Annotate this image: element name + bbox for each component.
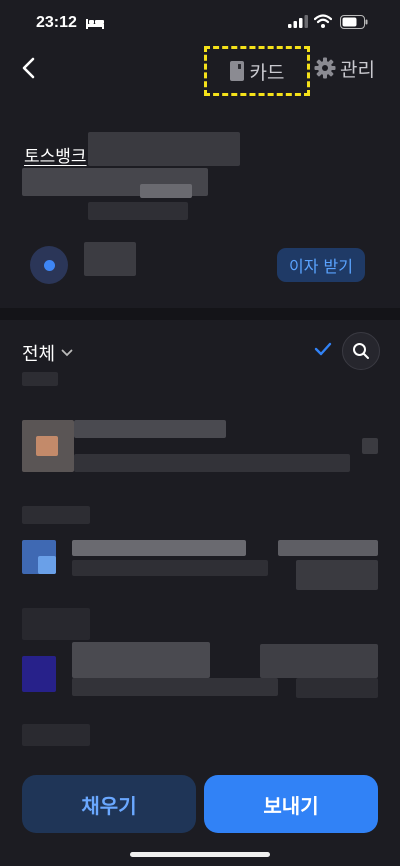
date-header — [22, 608, 90, 640]
sleep-mode-icon — [86, 19, 104, 29]
battery-icon — [340, 15, 368, 29]
search-icon — [353, 343, 369, 359]
blurred-text — [296, 678, 378, 698]
blurred-text — [72, 642, 210, 678]
chevron-down-icon — [61, 349, 73, 357]
send-button[interactable]: 보내기 — [204, 775, 378, 833]
fill-button[interactable]: 채우기 — [22, 775, 196, 833]
wifi-icon — [314, 14, 332, 28]
blurred-text — [260, 644, 378, 678]
search-button[interactable] — [342, 332, 380, 370]
blurred-balance — [84, 242, 136, 276]
blurred-block — [88, 202, 188, 220]
blurred-text — [74, 420, 226, 438]
back-button[interactable] — [14, 54, 42, 82]
blurred-text — [296, 560, 378, 590]
blurred-thumbnail-detail — [36, 436, 58, 456]
status-time: 23:12 — [36, 14, 77, 31]
card-button[interactable]: 카드 — [204, 46, 310, 96]
blurred-text — [72, 678, 278, 696]
blurred-block — [88, 132, 240, 166]
blurred-text — [362, 438, 378, 454]
chevron-left-icon — [22, 57, 35, 79]
filter-dropdown[interactable]: 전체 — [22, 340, 73, 366]
card-label: 카드 — [249, 61, 285, 84]
account-indicator — [30, 246, 68, 284]
gear-icon — [314, 57, 336, 79]
checkmark-icon[interactable] — [314, 342, 332, 356]
card-icon — [229, 61, 244, 81]
blurred-block — [140, 184, 192, 198]
receive-interest-button[interactable]: 이자 받기 — [277, 248, 365, 282]
blurred-thumbnail-detail — [38, 556, 56, 574]
manage-label: 관리 — [340, 58, 375, 81]
filter-label: 전체 — [22, 344, 56, 365]
blurred-thumbnail — [22, 656, 56, 692]
bank-name-link[interactable]: 토스뱅크 — [24, 142, 87, 167]
section-divider — [0, 308, 400, 320]
cellular-signal-icon — [288, 15, 308, 28]
blurred-text — [72, 560, 268, 576]
home-indicator[interactable] — [130, 852, 270, 857]
date-header — [22, 372, 58, 386]
blurred-text — [278, 540, 378, 556]
manage-button[interactable]: 관리 — [314, 52, 375, 84]
blurred-text — [74, 454, 350, 472]
status-bar: 23:12 — [0, 0, 400, 46]
top-navigation: 카드 관리 — [0, 46, 400, 96]
date-header — [22, 724, 90, 746]
status-dot — [43, 259, 55, 271]
date-header — [22, 506, 90, 524]
blurred-text — [72, 540, 246, 556]
